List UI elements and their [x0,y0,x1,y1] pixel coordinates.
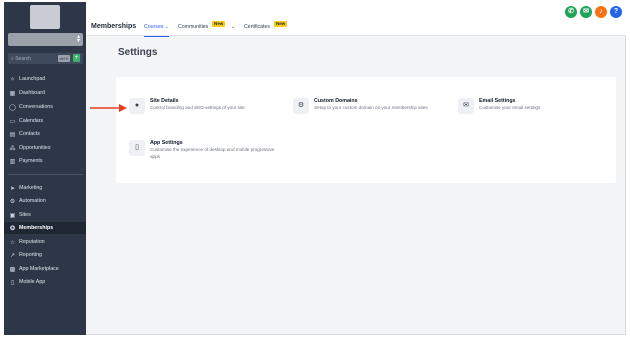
setting-description: Setup to your custom domain on your memb… [314,105,428,110]
top-header: Memberships Courses ⌄ Communities New ⌄ … [86,2,626,37]
search-shortcut: ctrl K [58,55,70,62]
setting-description: Customise the experience of desktop and … [150,147,275,159]
sidebar-item-label: Calendars [19,118,44,124]
mail-icon: ✉ [458,98,474,114]
chevron-down-icon: ⌄ [164,24,170,30]
sidebar-divider [8,174,83,175]
payments-icon: ▥ [9,158,16,165]
tab-courses[interactable]: Courses ⌄ [144,24,170,37]
sidebar-item-payments[interactable]: ▥ Payments [4,155,86,167]
memberships-icon: ✪ [9,225,16,232]
dashboard-icon: ▦ [9,90,16,97]
sidebar-item-label: Dashboard [19,90,45,96]
calendar-icon: ▭ [9,118,16,125]
sidebar-item-calendars[interactable]: ▭ Calendars [4,115,86,127]
setting-title: Site Details [150,98,179,104]
sites-icon: ▣ [9,212,16,219]
magnifier-icon: ⌕ [11,56,14,62]
more-tabs-chevron-icon[interactable]: ⌄ [231,24,235,30]
setting-title: App Settings [150,140,183,146]
mobile-icon: ▯ [10,279,15,286]
sidebar-item-label: Memberships [19,225,54,231]
mobile-icon: ▯ [129,140,145,156]
page-header-title: Memberships [91,23,137,30]
setting-custom-domains[interactable]: ⚙ Custom Domains Setup to your custom do… [293,98,453,124]
sidebar-item-app-marketplace[interactable]: ▩ App Marketplace [4,263,86,275]
new-badge: New [274,21,288,27]
help-icon[interactable]: ? [610,6,622,18]
setting-description: Control branding and SEO settings of you… [150,105,245,110]
marketplace-icon: ▩ [9,266,16,273]
sidebar-item-mobile-app[interactable]: ▯ Mobile App [4,276,86,288]
setting-app-settings[interactable]: ▯ App Settings Customise the experience … [129,140,289,166]
new-badge: New [212,21,226,27]
sidebar-item-contacts[interactable]: ▤ Contacts [4,128,86,140]
sidebar-item-label: Reputation [19,239,45,245]
sidebar-item-label: Automation [19,198,46,204]
phone-icon[interactable]: ✆ [565,6,577,18]
megaphone-icon[interactable]: ✉ [580,6,592,18]
location-switcher[interactable]: ▴ ▾ [8,33,83,46]
sidebar-item-label: Marketing [19,185,43,191]
chat-icon: ◯ [9,104,16,111]
sidebar-item-opportunities[interactable]: ⁂ Opportunities [4,142,86,154]
sidebar-item-conversations[interactable]: ◯ Conversations [4,101,86,113]
sidebar-item-label: Launchpad [19,76,46,82]
setting-email-settings[interactable]: ✉ Email Settings Customise your email se… [458,98,608,118]
sidebar-item-label: App Marketplace [19,266,59,272]
sidebar-item-reputation[interactable]: ☆ Reputation [4,236,86,248]
globe-icon: ● [129,98,145,114]
sidebar-item-label: Contacts [19,131,40,137]
reporting-icon: ↗ [9,252,16,259]
sidebar: ▴ ▾ ⌕ Search ctrl K + ✧ Launchpad ▦ Dashboa… [4,2,86,335]
sidebar-item-label: Reporting [19,252,42,258]
bell-icon[interactable]: ♪ [595,6,607,18]
sidebar-item-label: Payments [19,158,43,164]
rocket-icon: ✧ [9,76,16,83]
marketing-icon: ➤ [9,185,16,192]
quick-add-button[interactable]: + [73,54,80,62]
sidebar-item-automation[interactable]: ⚙ Automation [4,195,86,207]
sidebar-search[interactable]: ⌕ Search ctrl K + [8,53,83,64]
sidebar-item-dashboard[interactable]: ▦ Dashboard [4,87,86,99]
search-placeholder: Search [15,56,32,62]
sidebar-item-reporting[interactable]: ↗ Reporting [4,249,86,261]
setting-title: Email Settings [479,98,516,104]
sidebar-item-label: Sites [19,212,31,218]
contacts-icon: ▤ [9,131,16,138]
sidebar-item-launchpad[interactable]: ✧ Launchpad [4,73,86,85]
opportunities-icon: ⁂ [9,145,16,152]
settings-card: ● Site Details Control branding and SEO … [116,77,616,183]
setting-site-details[interactable]: ● Site Details Control branding and SEO … [129,98,289,118]
sidebar-item-sites[interactable]: ▣ Sites [4,209,86,221]
star-icon: ☆ [9,239,16,246]
setting-title: Custom Domains [314,98,358,104]
tab-label: Courses [144,24,164,30]
chevron-updown-icon: ▴ ▾ [76,34,80,44]
sidebar-item-label: Conversations [19,104,53,110]
tab-certificates[interactable]: Certificates [244,24,270,30]
sidebar-item-label: Mobile App [19,279,46,285]
setting-description: Customise your email settings [479,105,541,110]
company-logo [30,5,60,29]
page-title: Settings [118,47,158,58]
sidebar-item-memberships[interactable]: ✪ Memberships [4,222,86,234]
sidebar-item-label: Opportunities [19,145,51,151]
gear-icon: ⚙ [293,98,309,114]
tab-communities[interactable]: Communities [178,24,208,30]
sidebar-item-marketing[interactable]: ➤ Marketing [4,182,86,194]
automation-icon: ⚙ [9,198,16,205]
callout-arrow [90,104,127,112]
